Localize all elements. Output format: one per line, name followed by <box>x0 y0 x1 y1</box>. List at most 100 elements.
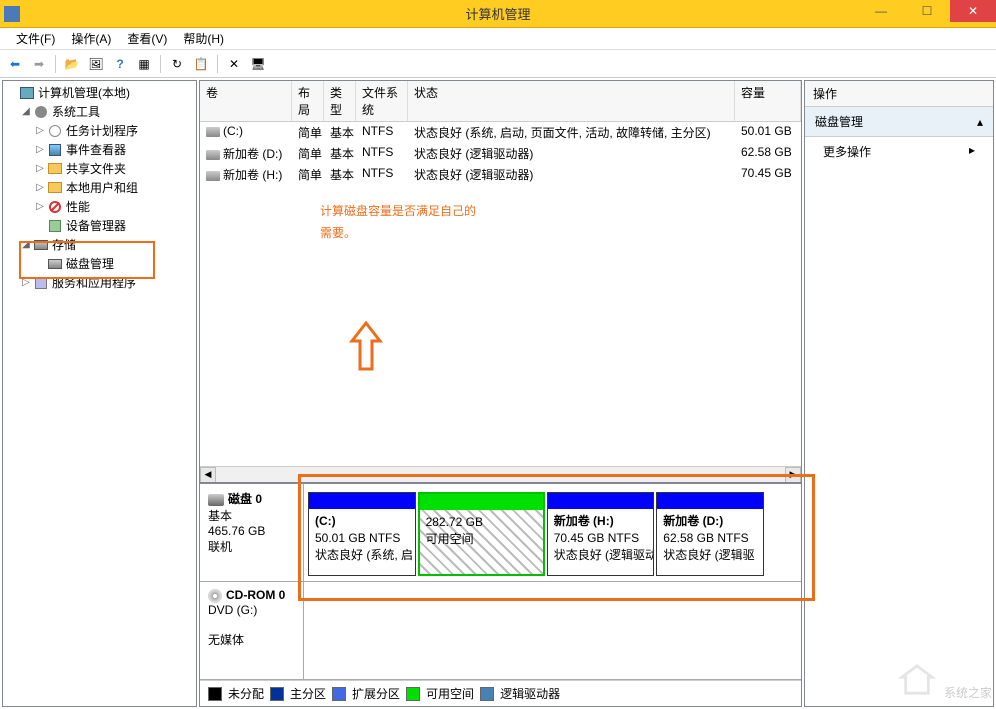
col-capacity[interactable]: 容量 <box>735 81 801 121</box>
tree-performance[interactable]: ▷ 性能 <box>5 197 194 216</box>
tree-shared-folders[interactable]: ▷ 共享文件夹 <box>5 159 194 178</box>
tree-event-viewer[interactable]: ▷ 事件查看器 <box>5 140 194 159</box>
horizontal-scrollbar[interactable]: ◀ ▶ <box>200 466 801 482</box>
clock-icon <box>49 125 61 137</box>
volume-list-area: 卷 布局 类型 文件系统 状态 容量 (C:)简单基本NTFS状态良好 (系统,… <box>200 81 801 466</box>
tree-system-tools[interactable]: ◢ 系统工具 <box>5 102 194 121</box>
tree-root[interactable]: 计算机管理(本地) <box>5 83 194 102</box>
menu-actions[interactable]: 操作(A) <box>63 28 119 49</box>
back-button[interactable]: ⬅ <box>4 53 26 75</box>
tree-device-manager[interactable]: 设备管理器 <box>5 216 194 235</box>
refresh-button[interactable]: ↻ <box>166 53 188 75</box>
disk-0-title: 磁盘 0 <box>228 492 262 506</box>
tree-root-label: 计算机管理(本地) <box>38 84 130 101</box>
table-row[interactable]: 新加卷 (H:)简单基本NTFS状态良好 (逻辑驱动器)70.45 GB <box>200 164 801 185</box>
legend-free-label: 可用空间 <box>426 685 474 702</box>
help-icon[interactable]: ? <box>109 53 131 75</box>
delete-button[interactable]: ✕ <box>223 53 245 75</box>
tree-performance-label: 性能 <box>66 198 90 215</box>
partition-free-size: 282.72 GB <box>426 514 537 531</box>
partition-h-header <box>548 493 654 509</box>
menu-view[interactable]: 查看(V) <box>119 28 175 49</box>
storage-icon <box>34 240 48 250</box>
close-button[interactable]: ✕ <box>950 0 996 22</box>
legend-logical-label: 逻辑驱动器 <box>500 685 560 702</box>
arrow-up-icon <box>346 321 386 375</box>
col-volume[interactable]: 卷 <box>200 81 292 121</box>
legend-primary-label: 主分区 <box>290 685 326 702</box>
app-icon <box>4 6 20 22</box>
partition-d-size: 62.58 GB NTFS <box>663 530 757 547</box>
partition-c-name: (C:) <box>315 513 409 530</box>
actions-more[interactable]: 更多操作 ▸ <box>805 137 993 166</box>
disk-graphical-view: 磁盘 0 基本 465.76 GB 联机 (C:) 50.01 GB NTFS … <box>200 482 801 706</box>
menu-file[interactable]: 文件(F) <box>8 28 63 49</box>
scroll-left-button[interactable]: ◀ <box>200 467 216 483</box>
tree-services-apps[interactable]: ▷ 服务和应用程序 <box>5 273 194 292</box>
tree-disk-management[interactable]: 磁盘管理 <box>5 254 194 273</box>
disk-0-status: 联机 <box>208 538 295 555</box>
partition-d-status: 状态良好 (逻辑驱 <box>663 547 757 564</box>
partition-free-status: 可用空间 <box>426 531 537 548</box>
cdrom-title: CD-ROM 0 <box>226 588 285 602</box>
users-icon <box>48 182 62 193</box>
col-type[interactable]: 类型 <box>324 81 356 121</box>
tree-storage-label: 存储 <box>52 236 76 253</box>
tree-device-manager-label: 设备管理器 <box>66 217 126 234</box>
scroll-right-button[interactable]: ▶ <box>785 467 801 483</box>
navigation-tree: 计算机管理(本地) ◢ 系统工具 ▷ 任务计划程序 ▷ 事件查看器 ▷ 共享文件… <box>2 80 197 707</box>
window-controls: — ☐ ✕ <box>858 0 996 22</box>
tile-button[interactable]: ▦ <box>133 53 155 75</box>
main-content: 计算机管理(本地) ◢ 系统工具 ▷ 任务计划程序 ▷ 事件查看器 ▷ 共享文件… <box>0 78 996 709</box>
col-status[interactable]: 状态 <box>408 81 735 121</box>
minimize-button[interactable]: — <box>858 0 904 22</box>
maximize-button[interactable]: ☐ <box>904 0 950 22</box>
tree-system-tools-label: 系统工具 <box>52 103 100 120</box>
partition-d[interactable]: 新加卷 (D:) 62.58 GB NTFS 状态良好 (逻辑驱 <box>656 492 764 576</box>
device-icon <box>49 220 61 232</box>
disk-drive-icon <box>208 494 224 506</box>
tree-storage[interactable]: ◢ 存储 <box>5 235 194 254</box>
cdrom-status: 无媒体 <box>208 631 295 648</box>
window-title: 计算机管理 <box>465 4 530 23</box>
legend-primary-swatch <box>270 687 284 701</box>
tree-disk-management-label: 磁盘管理 <box>66 255 114 272</box>
table-row[interactable]: 新加卷 (D:)简单基本NTFS状态良好 (逻辑驱动器)62.58 GB <box>200 143 801 164</box>
cdrom-label[interactable]: CD-ROM 0 DVD (G:) 无媒体 <box>200 582 304 679</box>
properties-button[interactable]: 🖼 <box>85 53 107 75</box>
toolbar: ⬅ ➡ 📂 🖼 ? ▦ ↻ 📋 ✕ 🖥 <box>0 50 996 78</box>
actions-more-label: 更多操作 <box>823 143 871 160</box>
disk-icon <box>48 259 62 269</box>
disk-0-row: 磁盘 0 基本 465.76 GB 联机 (C:) 50.01 GB NTFS … <box>200 484 801 582</box>
col-filesystem[interactable]: 文件系统 <box>356 81 408 121</box>
partition-d-header <box>657 493 763 509</box>
volume-rows: (C:)简单基本NTFS状态良好 (系统, 启动, 页面文件, 活动, 故障转储… <box>200 122 801 185</box>
up-button[interactable]: 📂 <box>61 53 83 75</box>
partition-c-size: 50.01 GB NTFS <box>315 530 409 547</box>
legend-unallocated-swatch <box>208 687 222 701</box>
service-icon <box>35 277 47 289</box>
col-layout[interactable]: 布局 <box>292 81 324 121</box>
title-bar: 计算机管理 — ☐ ✕ <box>0 0 996 28</box>
tree-task-scheduler-label: 任务计划程序 <box>66 122 138 139</box>
disk-0-label[interactable]: 磁盘 0 基本 465.76 GB 联机 <box>200 484 304 581</box>
partition-h[interactable]: 新加卷 (H:) 70.45 GB NTFS 状态良好 (逻辑驱动 <box>547 492 655 576</box>
list-button[interactable]: 📋 <box>190 53 212 75</box>
legend-free-swatch <box>406 687 420 701</box>
annotation-text: 计算磁盘容量是否满足自己的 需要。 <box>320 201 476 244</box>
actions-section-disk[interactable]: 磁盘管理 ▴ <box>805 107 993 137</box>
table-row[interactable]: (C:)简单基本NTFS状态良好 (系统, 启动, 页面文件, 活动, 故障转储… <box>200 122 801 143</box>
actions-pane: 操作 磁盘管理 ▴ 更多操作 ▸ <box>804 80 994 707</box>
partition-c[interactable]: (C:) 50.01 GB NTFS 状态良好 (系统, 启 <box>308 492 416 576</box>
tree-task-scheduler[interactable]: ▷ 任务计划程序 <box>5 121 194 140</box>
forward-button[interactable]: ➡ <box>28 53 50 75</box>
menu-help[interactable]: 帮助(H) <box>175 28 232 49</box>
chevron-right-icon: ▸ <box>969 143 975 160</box>
center-pane: 卷 布局 类型 文件系统 状态 容量 (C:)简单基本NTFS状态良好 (系统,… <box>199 80 802 707</box>
partition-free[interactable]: 282.72 GB 可用空间 <box>418 492 545 576</box>
cdrom-icon <box>208 589 222 603</box>
tree-local-users[interactable]: ▷ 本地用户和组 <box>5 178 194 197</box>
settings-button[interactable]: 🖥 <box>247 53 269 75</box>
partition-h-status: 状态良好 (逻辑驱动 <box>554 547 648 564</box>
performance-icon <box>49 201 61 213</box>
